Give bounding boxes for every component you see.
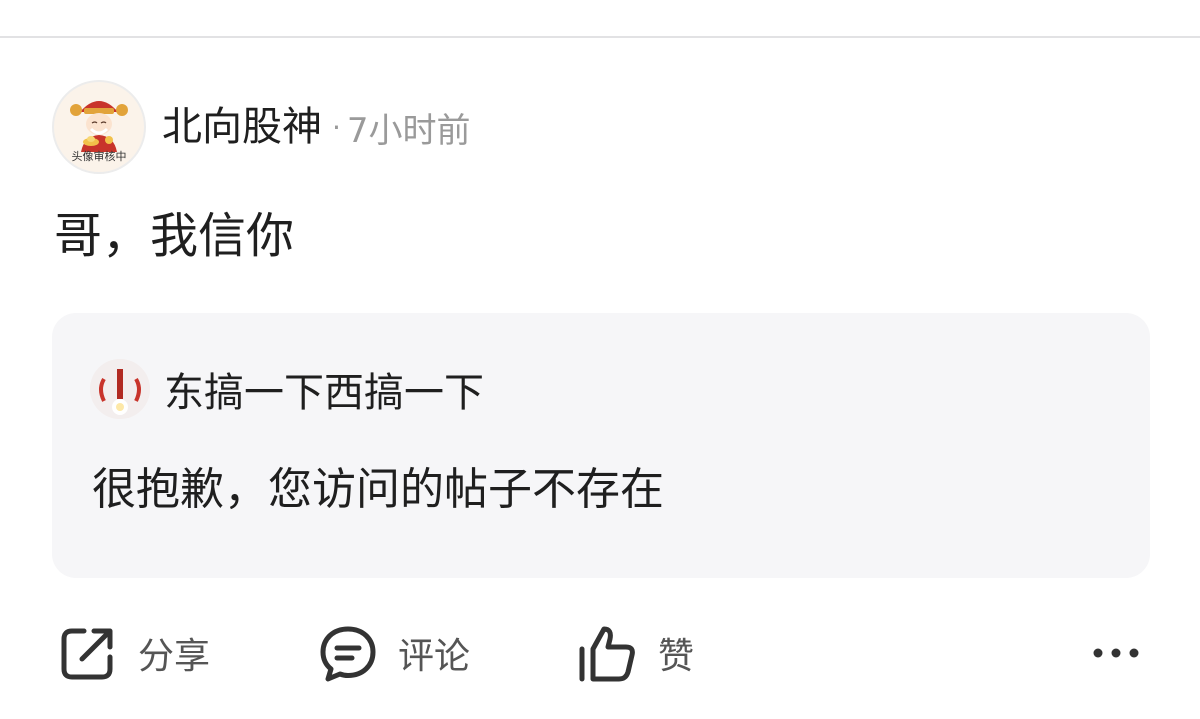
more-dots-icon (1093, 648, 1139, 658)
like-label: 赞 (658, 636, 695, 677)
comment-icon (320, 626, 376, 682)
quoted-user-avatar[interactable] (90, 359, 150, 419)
share-button[interactable]: 分享 (58, 616, 210, 690)
post-content: 哥，我信你 (54, 208, 295, 264)
thumbs-up-icon (579, 626, 635, 682)
quoted-post-header: 东搞一下西搞一下 (90, 359, 484, 419)
post-time: 7小时前 (346, 110, 471, 151)
author-avatar[interactable]: 头像审核中 (52, 80, 146, 174)
comment-button[interactable]: 评论 (318, 616, 470, 690)
post-card: 头像审核中 北向股神 · 7小时前 哥，我信你 东搞一下西搞一下 很抱歉，您访问… (0, 38, 1200, 719)
author-name[interactable]: 北向股神 (162, 107, 322, 147)
action-bar: 分享 评论 赞 (0, 616, 1200, 690)
quoted-post-text: 很抱歉，您访问的帖子不存在 (92, 464, 664, 515)
comment-label: 评论 (398, 636, 471, 677)
quoted-post-card[interactable]: 东搞一下西搞一下 很抱歉，您访问的帖子不存在 (52, 313, 1150, 578)
share-label: 分享 (138, 636, 211, 677)
share-icon (61, 628, 113, 680)
firecracker-avatar-icon (90, 359, 150, 419)
more-options-button[interactable] (1086, 626, 1146, 680)
avatar-review-caption: 头像审核中 (71, 150, 127, 163)
like-button[interactable]: 赞 (576, 616, 694, 690)
author-row: 头像审核中 北向股神 · 7小时前 (52, 80, 471, 174)
quoted-username[interactable]: 东搞一下西搞一下 (164, 360, 484, 418)
meta-separator: · (332, 110, 341, 144)
